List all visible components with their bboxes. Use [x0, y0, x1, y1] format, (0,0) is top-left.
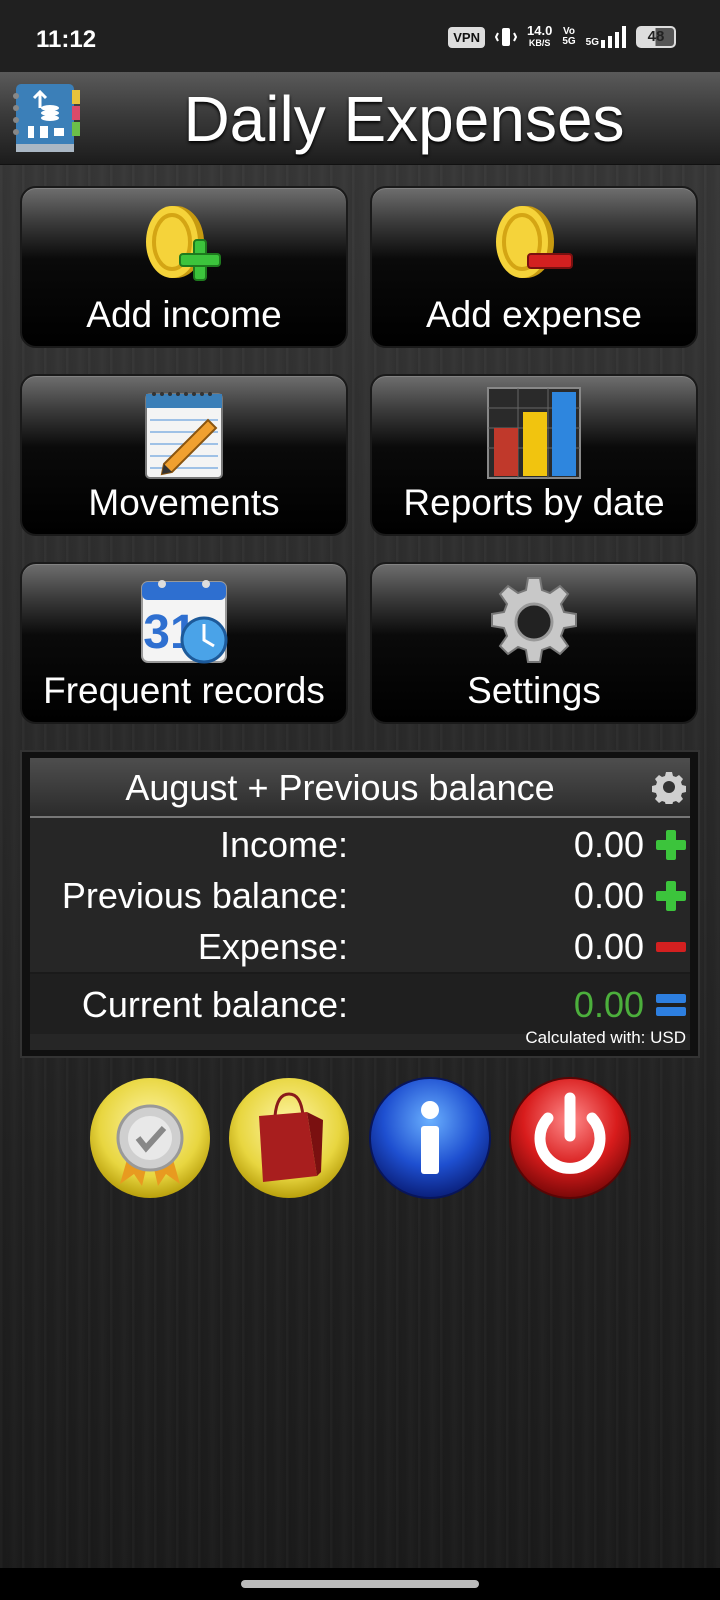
previous-balance-value: 0.00 — [573, 875, 644, 916]
plus-icon — [656, 881, 686, 911]
balance-body: Income: 0.00 Previous balance: 0.00 Expe… — [30, 818, 690, 1050]
vpn-icon: VPN — [448, 26, 485, 48]
premium-badge-button[interactable] — [88, 1076, 212, 1200]
network-speed-value: 14.0 — [527, 23, 553, 38]
status-icons: VPN 14.0 KB/S Vo 5G 5G 48 — [448, 24, 676, 50]
shopping-bag-button[interactable] — [227, 1076, 351, 1200]
volte-bottom: 5G — [562, 36, 576, 47]
signal-group: 5G — [586, 26, 626, 48]
add-expense-label: Add expense — [425, 294, 642, 335]
status-bar: 11:12 VPN 14.0 KB/S Vo 5G 5G 48 — [0, 0, 720, 72]
balance-title: August + Previous balance — [125, 767, 555, 808]
network-type: 5G — [585, 37, 599, 48]
app-title: Daily Expenses — [183, 83, 625, 155]
power-button[interactable] — [508, 1076, 632, 1200]
income-value: 0.00 — [573, 824, 644, 865]
network-speed: 14.0 KB/S — [527, 24, 552, 50]
income-row: Income: 0.00 — [30, 818, 690, 868]
volte-icon: Vo 5G — [562, 27, 575, 47]
battery-level: 48 — [647, 28, 665, 45]
notepad-pencil-icon — [145, 392, 223, 479]
vibrate-icon — [495, 28, 517, 46]
bar-chart-icon — [487, 387, 581, 479]
movements-label: Movements — [88, 482, 280, 523]
balance-panel: August + Previous balance Income: 0.00 P… — [20, 750, 700, 1058]
settings-label: Settings — [467, 670, 601, 711]
minus-icon — [656, 942, 686, 952]
previous-balance-label: Previous balance: — [61, 875, 348, 916]
frequent-records-button[interactable]: 31 Frequent records — [20, 562, 348, 724]
home-gesture-handle[interactable] — [241, 1580, 479, 1588]
coin-plus-icon — [146, 206, 221, 281]
plus-icon — [656, 830, 686, 860]
network-speed-unit: KB/S — [528, 38, 551, 48]
balance-header: August + Previous balance — [30, 758, 690, 818]
coin-minus-icon — [496, 206, 573, 278]
status-time: 11:12 — [36, 26, 97, 53]
calendar-clock-icon: 31 — [141, 580, 228, 664]
settings-button[interactable]: Settings — [370, 562, 698, 724]
reports-by-date-button[interactable]: Reports by date — [370, 374, 698, 536]
app-header: Daily Expenses — [0, 72, 720, 165]
current-balance-row: Current balance: 0.00 — [30, 972, 690, 1034]
frequent-records-label: Frequent records — [43, 670, 325, 711]
battery-icon: 48 — [636, 26, 676, 48]
system-nav-bar — [0, 1568, 720, 1600]
previous-balance-row: Previous balance: 0.00 — [30, 869, 690, 919]
expense-label: Expense: — [197, 926, 348, 967]
movements-button[interactable]: Movements — [20, 374, 348, 536]
equals-icon — [656, 994, 686, 1016]
expense-row: Expense: 0.00 — [30, 920, 690, 970]
current-balance-value: 0.00 — [573, 984, 644, 1025]
info-button[interactable] — [368, 1076, 492, 1200]
current-balance-label: Current balance: — [81, 984, 348, 1025]
signal-icon — [601, 26, 626, 48]
balance-settings-gear-icon[interactable] — [652, 770, 686, 804]
expense-book-icon — [13, 84, 80, 152]
income-label: Income: — [219, 824, 348, 865]
expense-value: 0.00 — [573, 926, 644, 967]
add-income-label: Add income — [86, 294, 282, 335]
add-income-button[interactable]: Add income — [20, 186, 348, 348]
info-icon — [421, 1101, 439, 1174]
reports-by-date-label: Reports by date — [403, 482, 665, 523]
currency-note: Calculated with: USD — [525, 1028, 686, 1047]
add-expense-button[interactable]: Add expense — [370, 186, 698, 348]
gear-icon — [491, 577, 577, 663]
